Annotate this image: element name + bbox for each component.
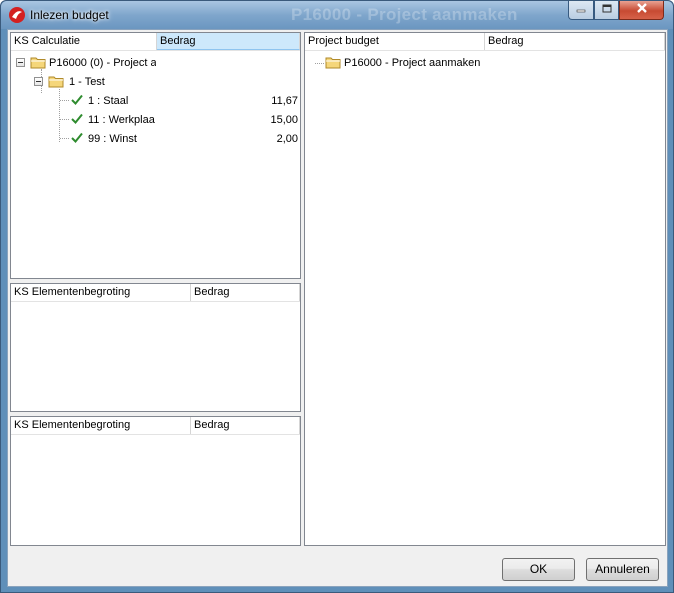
column-header-bedrag[interactable]: Bedrag <box>485 33 665 50</box>
restore-icon <box>602 4 612 17</box>
folder-icon <box>30 56 46 69</box>
column-header-bedrag[interactable]: Bedrag <box>191 284 300 301</box>
collapse-toggle-icon[interactable] <box>34 77 43 86</box>
check-icon <box>71 113 83 124</box>
tree-item-werkplaats[interactable]: 11 : Werkplaa <box>88 111 156 129</box>
folder-icon <box>325 56 341 69</box>
title-bar[interactable]: Inlezen budget P16000 - Project aanmaken <box>1 1 673 29</box>
close-button[interactable] <box>619 1 664 20</box>
dialog-content: KS Calculatie Bedrag P16000 (0) - Projec… <box>7 29 668 587</box>
bedrag-winst: 2,00 <box>276 133 298 145</box>
collapse-toggle-icon[interactable] <box>16 58 25 67</box>
column-header-ks-elementenbegroting[interactable]: KS Elementenbegroting <box>11 284 191 301</box>
tree-line <box>315 63 324 64</box>
tree-item-staal[interactable]: 1 : Staal <box>88 92 156 110</box>
tree-item-project-root[interactable]: P16000 - Project aanmaken <box>344 54 480 72</box>
minimize-icon <box>576 4 586 17</box>
elementen-header-1: KS Elementenbegroting Bedrag <box>11 284 300 302</box>
column-header-bedrag[interactable]: Bedrag <box>191 417 300 434</box>
tree-item-root[interactable]: P16000 (0) - Project a <box>49 54 156 72</box>
project-budget-panel[interactable]: Project budget Bedrag P16000 - Project a… <box>304 32 666 546</box>
folder-icon <box>48 75 64 88</box>
background-window-title: P16000 - Project aanmaken <box>291 5 518 24</box>
tree-line <box>59 89 60 142</box>
maximize-button[interactable] <box>594 1 619 20</box>
ok-button[interactable]: OK <box>502 558 575 581</box>
column-header-ks-elementenbegroting[interactable]: KS Elementenbegroting <box>11 417 191 434</box>
check-icon <box>71 132 83 143</box>
column-header-project-budget[interactable]: Project budget <box>305 33 485 50</box>
window-title: Inlezen budget <box>30 8 109 22</box>
ks-elementenbegroting-panel-1[interactable]: KS Elementenbegroting Bedrag <box>10 283 301 412</box>
tree-line <box>60 138 69 139</box>
check-icon <box>71 94 83 105</box>
tree-line <box>60 119 69 120</box>
tree-line <box>60 100 69 101</box>
ks-elementenbegroting-panel-2[interactable]: KS Elementenbegroting Bedrag <box>10 416 301 546</box>
app-logo-icon <box>8 6 26 24</box>
column-header-bedrag[interactable]: Bedrag <box>157 33 300 50</box>
dialog-window: Inlezen budget P16000 - Project aanmaken… <box>0 0 674 593</box>
column-header-ks-calculatie[interactable]: KS Calculatie <box>11 33 157 50</box>
bedrag-werkplaats: 15,00 <box>270 114 298 126</box>
cancel-button[interactable]: Annuleren <box>586 558 659 581</box>
close-icon <box>636 3 648 17</box>
tree-item-group[interactable]: 1 - Test <box>69 73 105 91</box>
bedrag-staal: 11,67 <box>271 95 298 107</box>
project-budget-header: Project budget Bedrag <box>305 33 665 51</box>
elementen-header-2: KS Elementenbegroting Bedrag <box>11 417 300 435</box>
ks-calculatie-panel[interactable]: KS Calculatie Bedrag P16000 (0) - Projec… <box>10 32 301 279</box>
tree-item-winst[interactable]: 99 : Winst <box>88 130 156 148</box>
ks-calculatie-header: KS Calculatie Bedrag <box>11 33 300 51</box>
minimize-button[interactable] <box>568 1 594 20</box>
